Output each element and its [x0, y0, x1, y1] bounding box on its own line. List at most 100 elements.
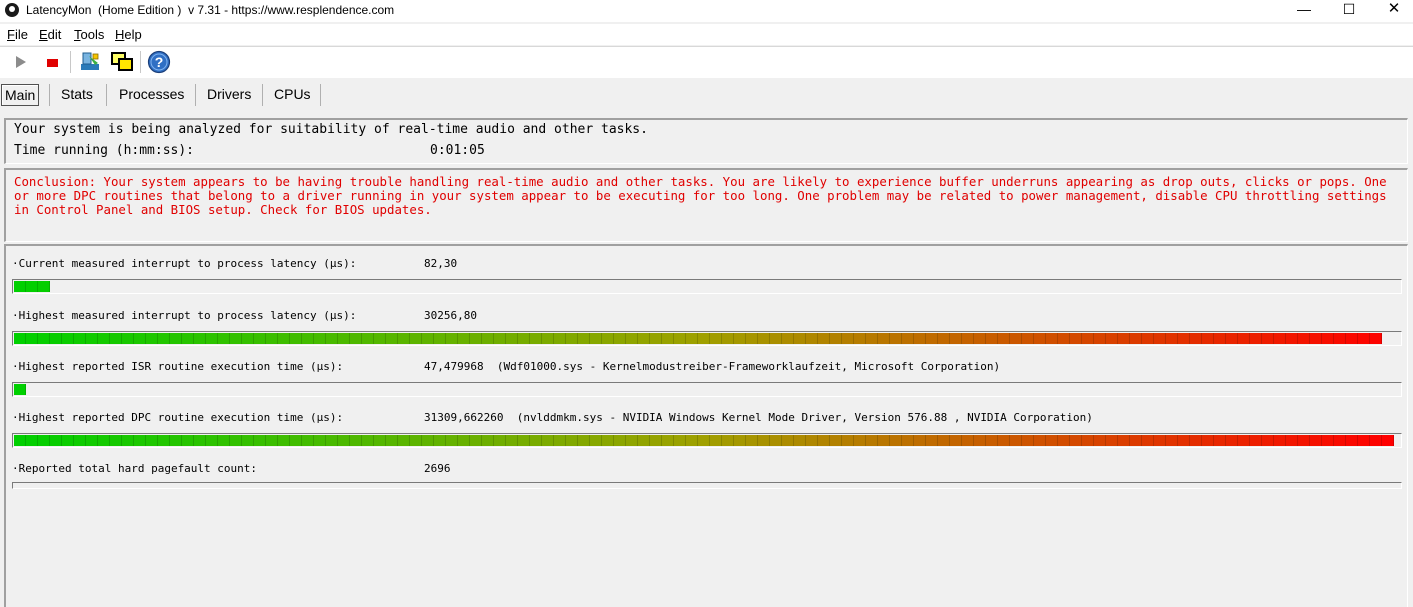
- bar-segment: [1010, 333, 1022, 344]
- bar-segment: [326, 333, 338, 344]
- bar-segment: [1022, 435, 1034, 446]
- bar-segment: [230, 435, 242, 446]
- bar-segment: [146, 333, 158, 344]
- menu-tools[interactable]: Tools: [74, 27, 104, 42]
- bar-segment: [1178, 435, 1190, 446]
- windows-tool-icon[interactable]: [110, 50, 134, 74]
- bar-segment: [170, 435, 182, 446]
- menu-file[interactable]: File: [7, 27, 28, 42]
- bar-segment: [1226, 435, 1238, 446]
- bar-segment: [926, 435, 938, 446]
- menu-help[interactable]: Help: [115, 27, 142, 42]
- bar-segment: [638, 435, 650, 446]
- maximize-button[interactable]: ☐: [1326, 0, 1372, 22]
- tab-stats[interactable]: Stats: [61, 84, 93, 106]
- bar-segment: [1202, 435, 1214, 446]
- bar-segment: [1334, 435, 1346, 446]
- bar-segment: [986, 333, 998, 344]
- bar-segment: [290, 333, 302, 344]
- bar-segment: [86, 333, 98, 344]
- bar-segment: [386, 435, 398, 446]
- bar-segment: [326, 435, 338, 446]
- bar-segment: [854, 333, 866, 344]
- conclusion-text: Conclusion: Your system appears to be ha…: [14, 174, 1387, 217]
- bar-segment: [110, 435, 122, 446]
- bar-segment: [1154, 333, 1166, 344]
- bar-segment: [770, 435, 782, 446]
- bar-segment: [182, 333, 194, 344]
- bar-segment: [62, 333, 74, 344]
- bar-segment: [182, 435, 194, 446]
- bar-segment: [122, 435, 134, 446]
- tab-drivers[interactable]: Drivers: [207, 84, 251, 106]
- bar-segment: [926, 333, 938, 344]
- bar-segment: [1310, 435, 1322, 446]
- bar-segment: [794, 435, 806, 446]
- bar-segment: [1346, 435, 1358, 446]
- bar-segment: [1154, 435, 1166, 446]
- bar-segment: [950, 435, 962, 446]
- stop-icon[interactable]: [40, 50, 64, 74]
- bar-segment: [398, 435, 410, 446]
- bar-segment: [890, 435, 902, 446]
- bar-segment: [446, 435, 458, 446]
- tab-processes[interactable]: Processes: [119, 84, 184, 106]
- bar-segment: [422, 333, 434, 344]
- bar-segment: [794, 333, 806, 344]
- bar-segment: [1250, 333, 1262, 344]
- metric-value-isr-time: 47,479968 (Wdf01000.sys - Kernelmodustre…: [424, 360, 1001, 373]
- bar-segment: [1178, 333, 1190, 344]
- bar-segment: [1022, 333, 1034, 344]
- bar-segment: [1046, 333, 1058, 344]
- bar-segment: [974, 435, 986, 446]
- minimize-button[interactable]: —: [1281, 0, 1327, 22]
- bar-segment: [470, 333, 482, 344]
- close-button[interactable]: ✕: [1371, 0, 1413, 22]
- bar-segment: [782, 333, 794, 344]
- bar-segment: [1322, 333, 1334, 344]
- bar-segment: [422, 435, 434, 446]
- bar-segment: [542, 333, 554, 344]
- bar-current-latency: [12, 279, 1402, 294]
- bar-segment: [974, 333, 986, 344]
- bar-fill: [14, 333, 1386, 344]
- bar-segment: [1358, 435, 1370, 446]
- bar-segment: [518, 333, 530, 344]
- bar-segment: [434, 333, 446, 344]
- bar-segment: [1262, 333, 1274, 344]
- tab-cpus[interactable]: CPUs: [274, 84, 311, 106]
- bar-segment: [602, 333, 614, 344]
- bar-segment: [26, 281, 38, 292]
- bar-segment: [650, 435, 662, 446]
- process-tool-icon[interactable]: [78, 50, 102, 74]
- menu-edit[interactable]: Edit: [39, 27, 61, 42]
- metric-value-dpc-time: 31309,662260 (nvlddmkm.sys - NVIDIA Wind…: [424, 411, 1093, 424]
- bar-segment: [290, 435, 302, 446]
- bar-highest-latency: [12, 331, 1402, 346]
- bar-segment: [818, 435, 830, 446]
- bar-segment: [494, 435, 506, 446]
- bar-segment: [1082, 333, 1094, 344]
- bar-segment: [410, 435, 422, 446]
- bar-segment: [782, 435, 794, 446]
- bar-segment: [878, 435, 890, 446]
- bar-segment: [14, 333, 26, 344]
- bar-segment: [1298, 333, 1310, 344]
- bar-segment: [338, 333, 350, 344]
- bar-segment: [398, 333, 410, 344]
- bar-segment: [530, 333, 542, 344]
- bar-segment: [1118, 435, 1130, 446]
- play-icon[interactable]: [9, 50, 33, 74]
- bar-segment: [410, 333, 422, 344]
- bar-segment: [1070, 333, 1082, 344]
- bar-segment: [1322, 435, 1334, 446]
- bar-segment: [386, 333, 398, 344]
- help-icon[interactable]: ?: [147, 50, 171, 74]
- bar-segment: [902, 435, 914, 446]
- bar-segment: [26, 333, 38, 344]
- bar-segment: [362, 333, 374, 344]
- bar-segment: [134, 333, 146, 344]
- bar-segment: [266, 333, 278, 344]
- bar-segment: [578, 435, 590, 446]
- tab-main[interactable]: Main: [1, 84, 40, 106]
